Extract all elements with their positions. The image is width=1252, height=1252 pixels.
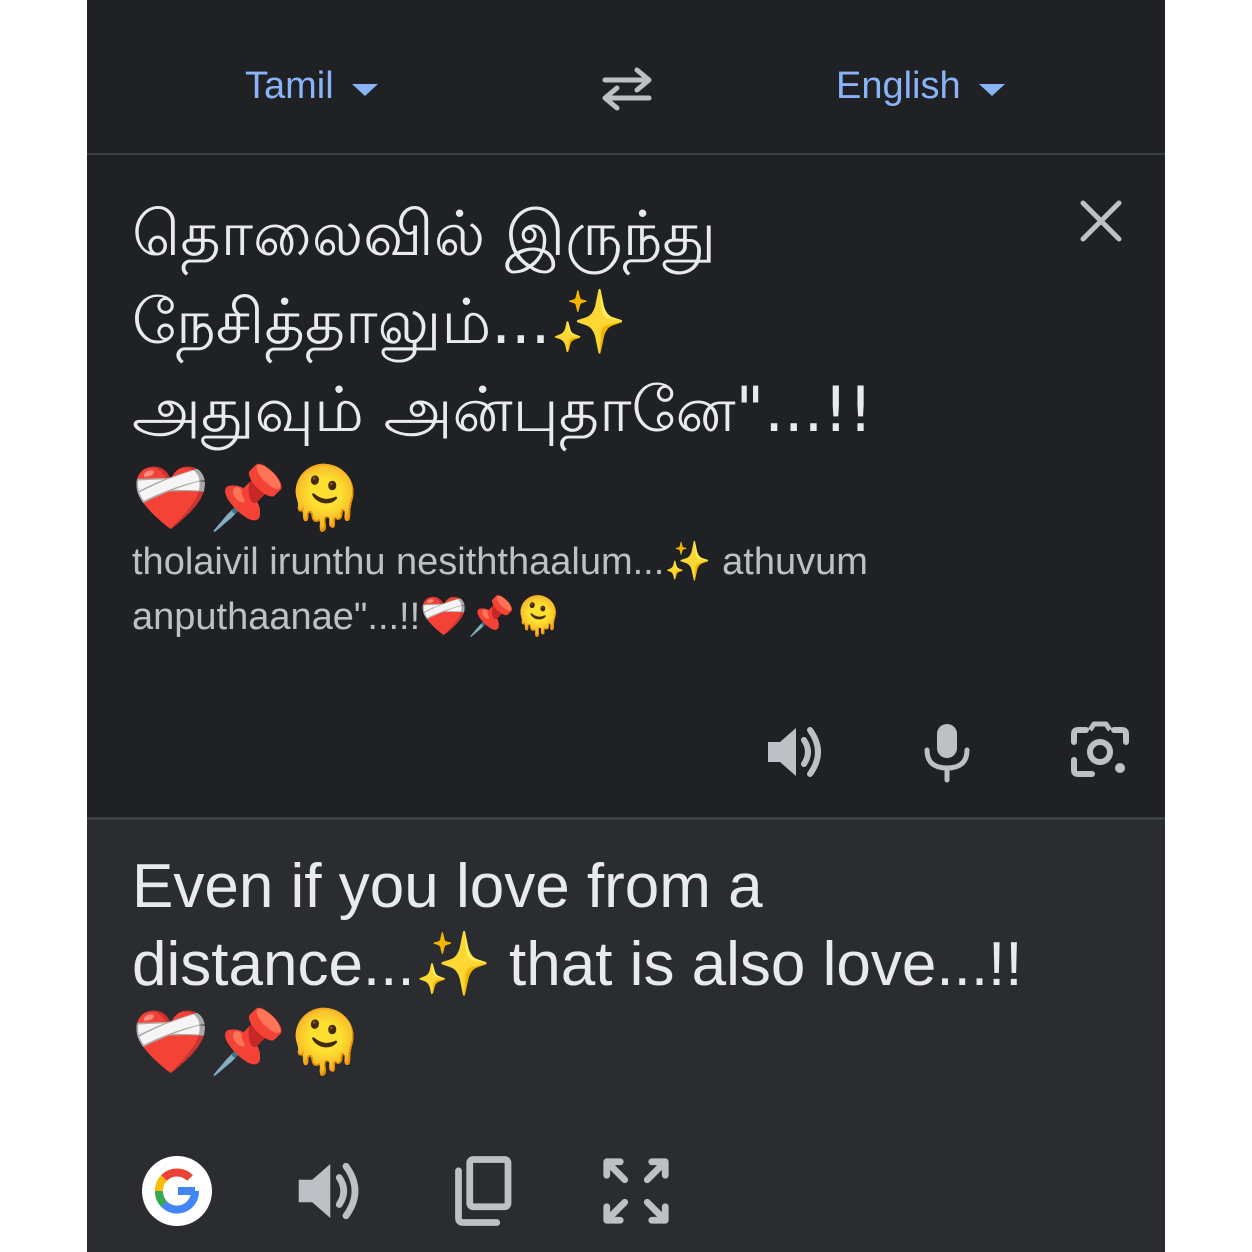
source-input-text[interactable]: தொலைவில் இருந்து நேசித்தாலும்...✨ அதுவும… xyxy=(132,190,1032,542)
result-panel: Even if you love from a distance...✨ tha… xyxy=(87,820,1165,1252)
translate-app: Tamil English தொலைவில் இருந்து நேசித்தால… xyxy=(87,0,1165,1252)
source-panel: தொலைவில் இருந்து நேசித்தாலும்...✨ அதுவும… xyxy=(87,155,1165,820)
language-bar: Tamil English xyxy=(87,0,1165,155)
swap-arrows-icon[interactable] xyxy=(595,62,659,112)
source-language-button[interactable]: Tamil xyxy=(245,58,378,114)
transliteration-text: tholaivil irunthu nesiththaalum...✨ athu… xyxy=(132,541,868,638)
copy-icon[interactable] xyxy=(445,1155,517,1227)
target-language-button[interactable]: English xyxy=(836,58,1005,114)
chevron-down-icon xyxy=(351,84,378,96)
fullscreen-icon[interactable] xyxy=(600,1155,672,1227)
chevron-down-icon xyxy=(978,84,1005,96)
source-language-label: Tamil xyxy=(245,64,334,107)
google-icon[interactable] xyxy=(142,1156,212,1226)
translation-output-text: Even if you love from a distance...✨ tha… xyxy=(132,852,1023,1077)
speaker-icon[interactable] xyxy=(292,1155,364,1227)
target-language-label: English xyxy=(836,64,961,107)
close-icon[interactable] xyxy=(1077,197,1125,245)
camera-icon[interactable] xyxy=(1068,720,1132,784)
speaker-icon[interactable] xyxy=(762,720,826,784)
microphone-icon[interactable] xyxy=(915,720,979,784)
